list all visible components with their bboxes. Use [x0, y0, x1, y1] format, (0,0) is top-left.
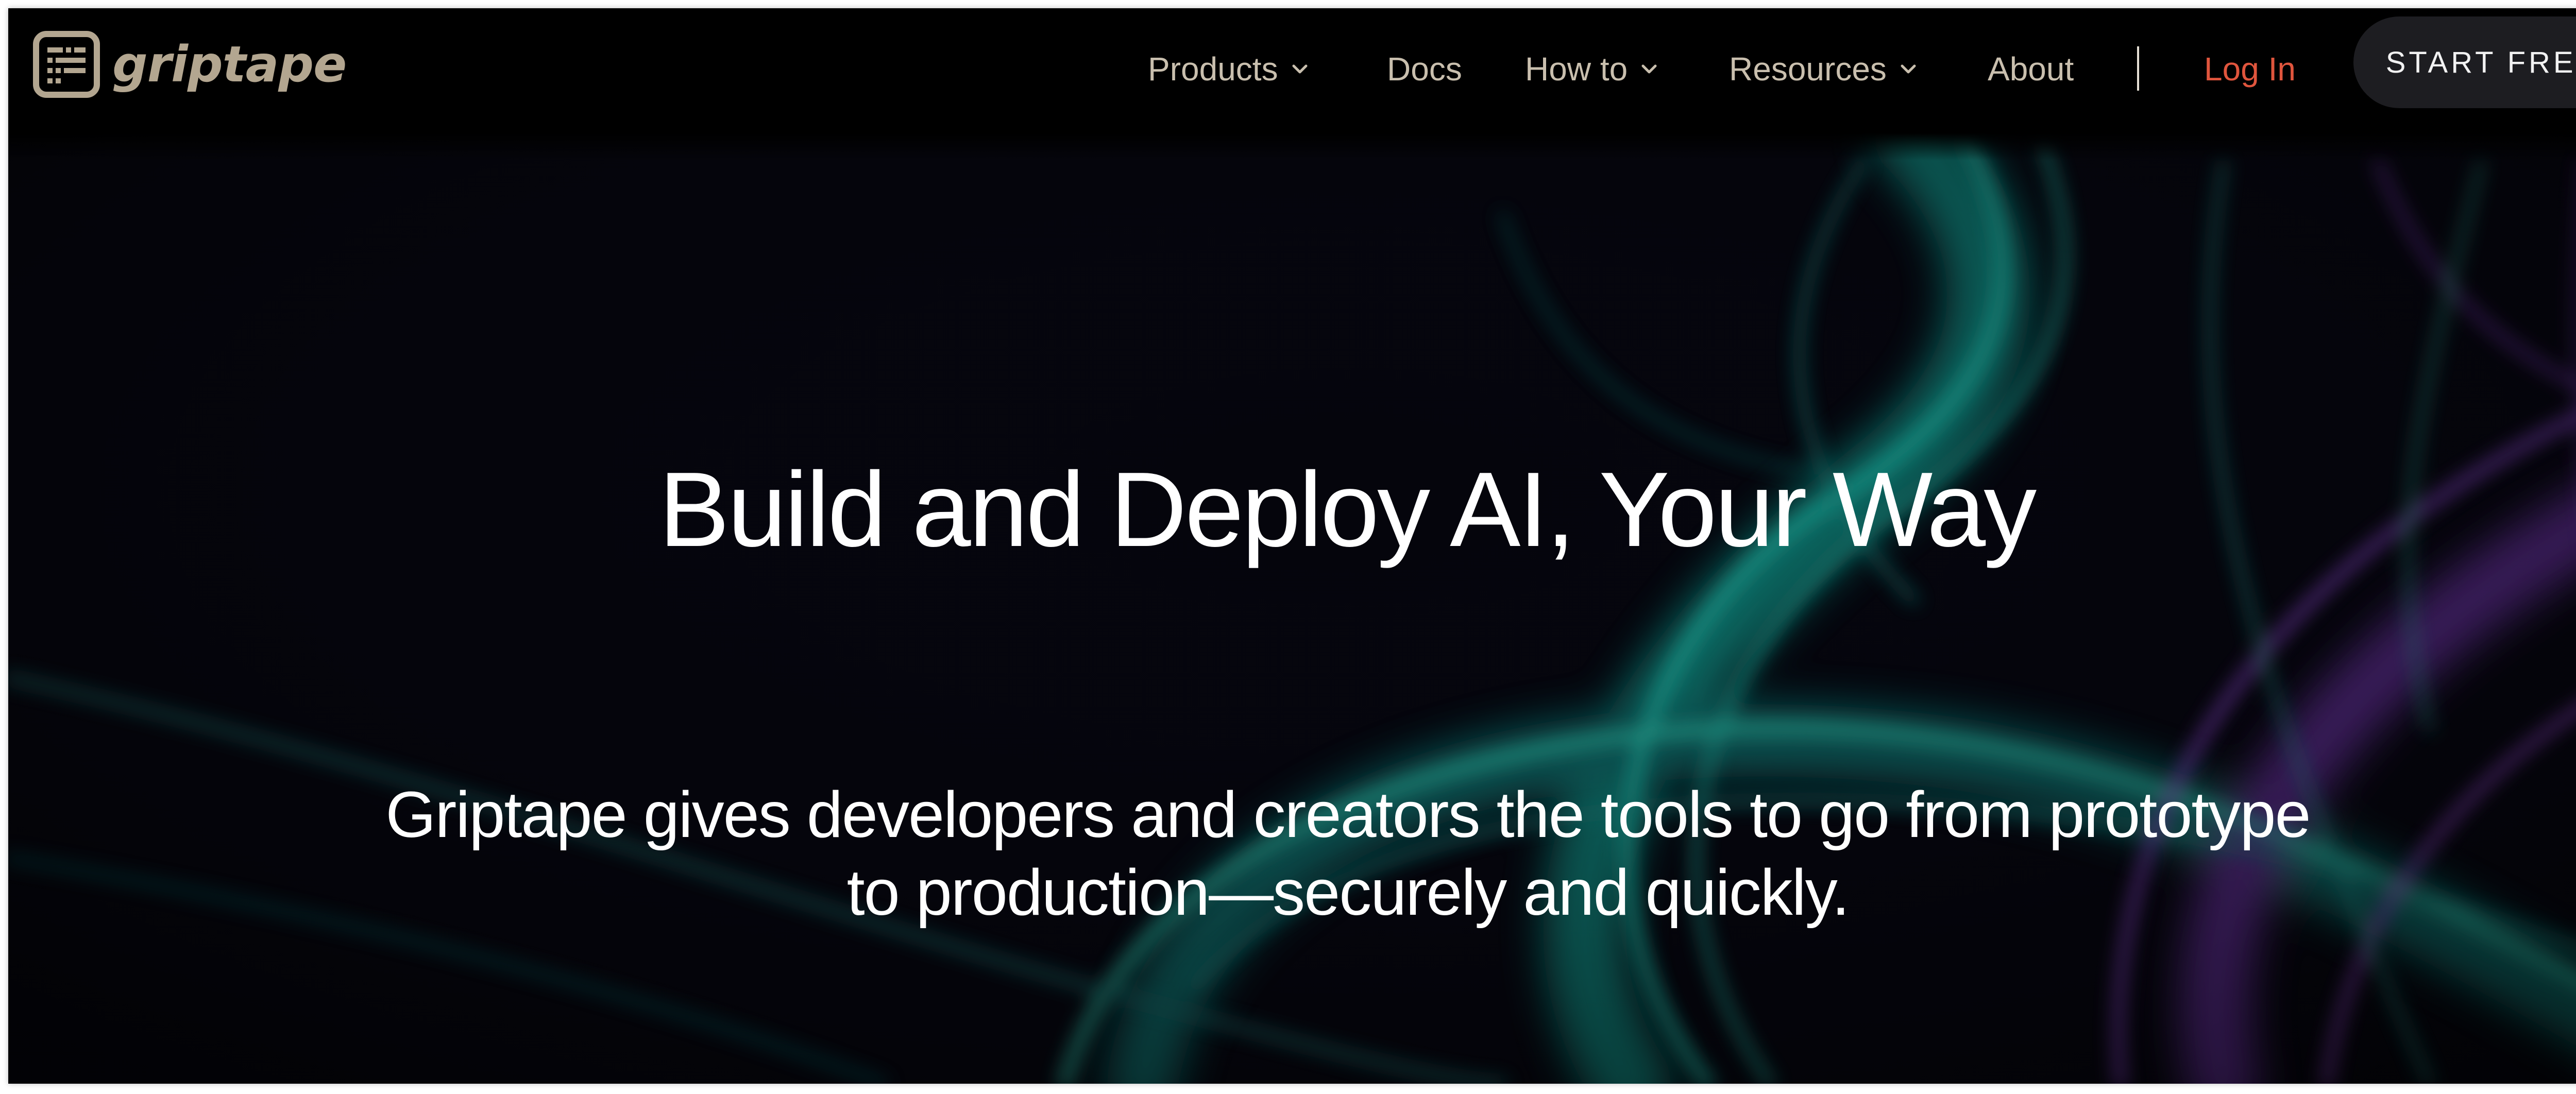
chevron-down-icon: [1641, 64, 1657, 74]
chevron-down-icon: [1292, 64, 1308, 74]
nav-about-link[interactable]: About: [1988, 38, 2074, 100]
keyboard-grid-icon: [33, 31, 100, 98]
nav-docs-link[interactable]: Docs: [1387, 38, 1462, 100]
hero-subtitle: Griptape gives developers and creators t…: [385, 778, 2311, 929]
nav-docs-label: Docs: [1387, 50, 1462, 88]
nav-divider: [2137, 46, 2139, 91]
browser-viewport: griptape Products Docs How to Resources …: [8, 8, 2576, 1084]
nav-how-to-dropdown[interactable]: How to: [1525, 38, 1660, 100]
top-navigation-bar: griptape Products Docs How to Resources …: [8, 8, 2576, 161]
nav-resources-label: Resources: [1729, 50, 1887, 88]
griptape-logo[interactable]: griptape: [32, 26, 347, 103]
start-free-button[interactable]: START FREE: [2353, 16, 2576, 108]
nav-resources-dropdown[interactable]: Resources: [1729, 38, 1920, 100]
nav-about-label: About: [1988, 50, 2074, 88]
nav-how-to-label: How to: [1525, 50, 1628, 88]
chevron-down-icon: [1901, 64, 1916, 74]
start-free-label: START FREE: [2385, 45, 2576, 79]
nav-products-dropdown[interactable]: Products: [1148, 38, 1311, 100]
nav-products-label: Products: [1148, 50, 1278, 88]
hero-title: Build and Deploy AI, Your Way: [658, 450, 2037, 569]
login-link[interactable]: Log In: [2204, 38, 2296, 100]
login-label: Log In: [2204, 50, 2296, 88]
logo-wordmark: griptape: [112, 36, 347, 93]
